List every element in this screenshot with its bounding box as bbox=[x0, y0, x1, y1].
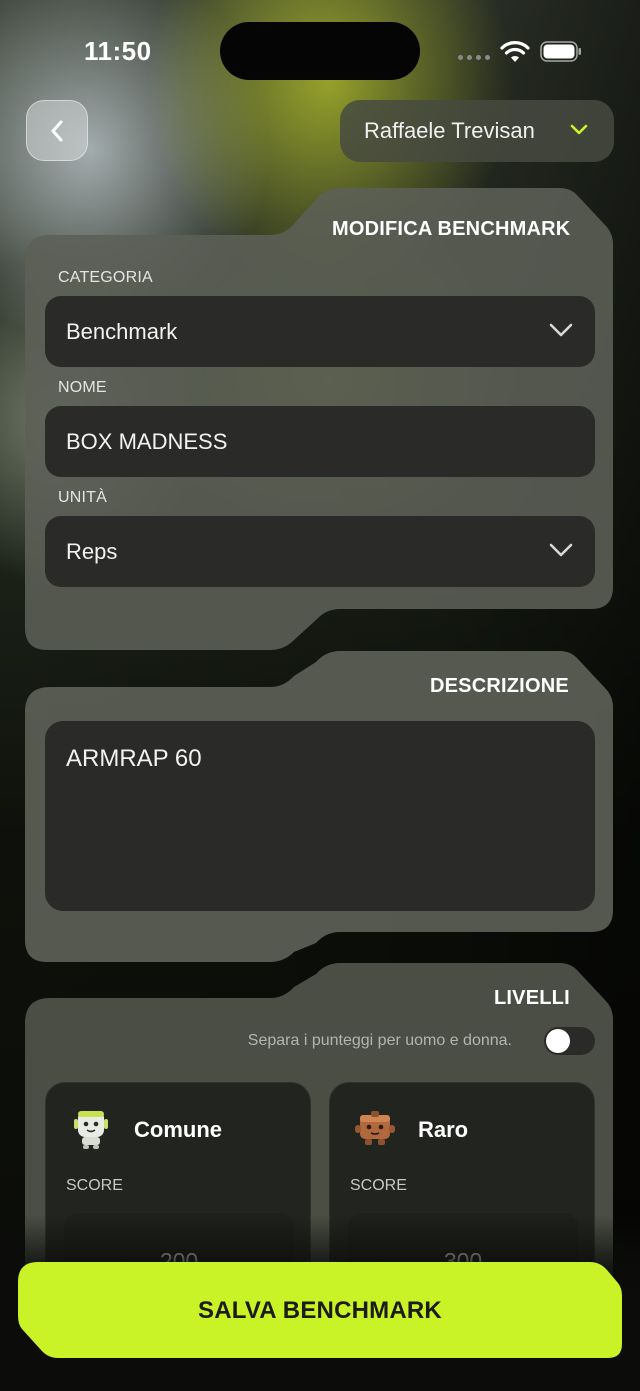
levels-panel: LIVELLI Separa i punteggi per uomo e don… bbox=[0, 0, 640, 1391]
brown-box-mascot-icon bbox=[355, 1111, 395, 1145]
level-name: Comune bbox=[134, 1117, 222, 1142]
white-robot-mascot-icon bbox=[74, 1111, 108, 1149]
levels-panel-title: LIVELLI bbox=[494, 987, 570, 1009]
separate-scores-toggle[interactable] bbox=[544, 1027, 595, 1055]
separate-scores-label: Separa i punteggi per uomo e donna. bbox=[247, 1032, 512, 1049]
toggle-knob bbox=[546, 1029, 570, 1053]
save-button-label: SALVA BENCHMARK bbox=[198, 1297, 442, 1324]
score-label: SCORE bbox=[66, 1177, 123, 1194]
score-label: SCORE bbox=[350, 1177, 407, 1194]
level-name: Raro bbox=[418, 1117, 469, 1142]
